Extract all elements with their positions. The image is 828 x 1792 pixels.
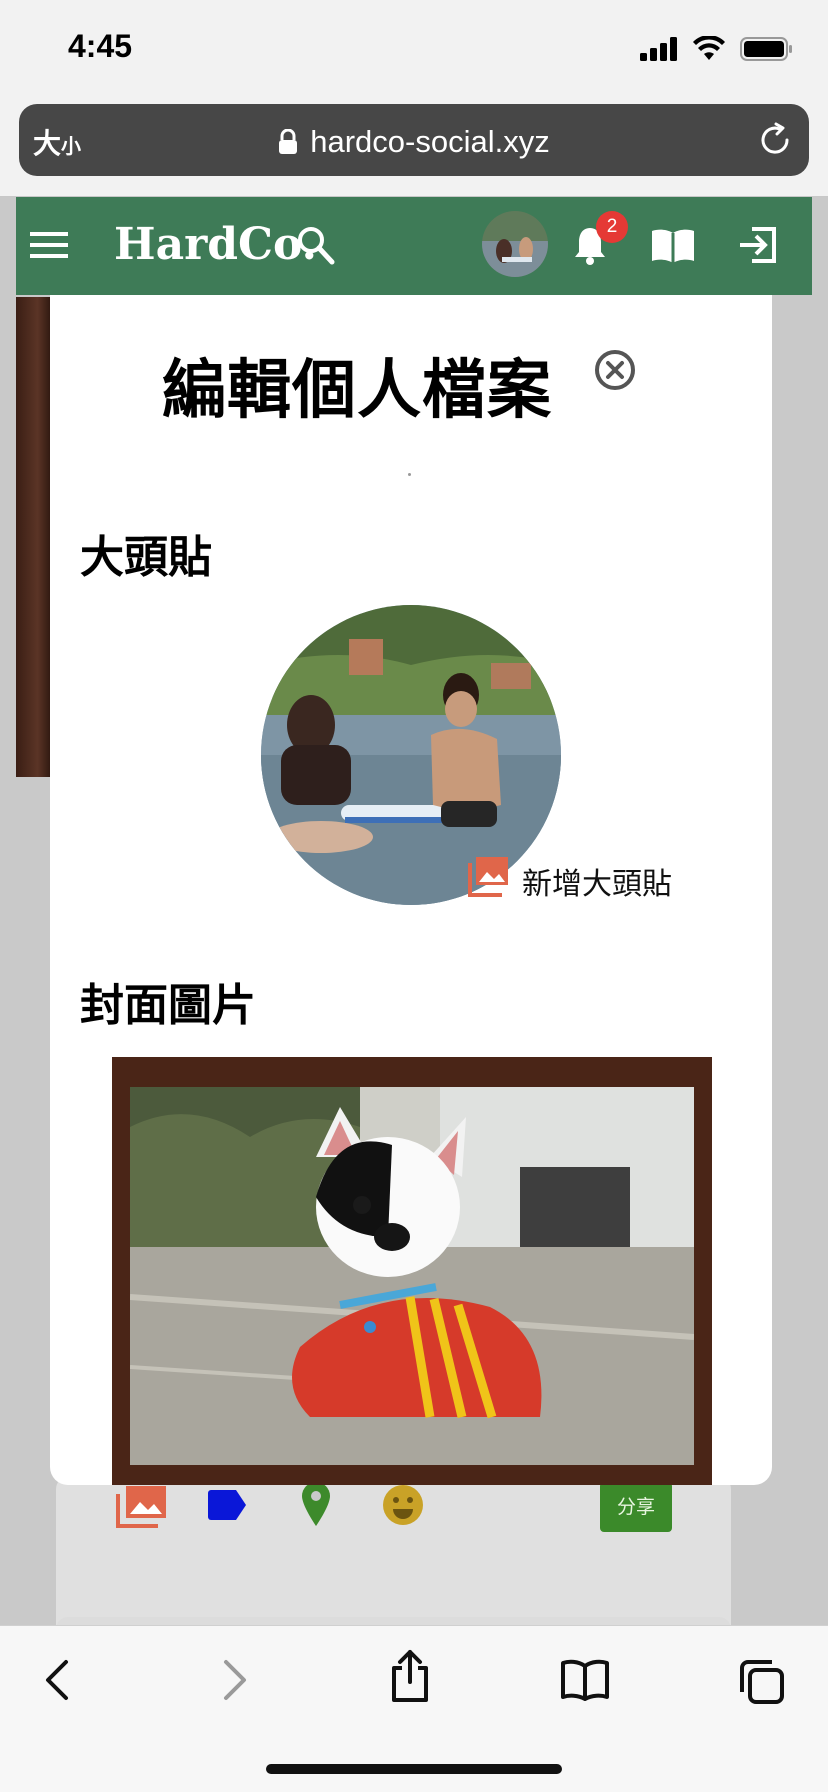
post-toolbar: 分享 — [56, 1482, 731, 1554]
photo-library-icon[interactable] — [116, 1486, 166, 1528]
search-icon[interactable] — [296, 225, 336, 267]
home-indicator — [266, 1764, 562, 1774]
modal-title: 編輯個人檔案 — [162, 354, 552, 428]
cover-photo — [130, 1087, 694, 1465]
notification-badge: 2 — [596, 211, 628, 243]
nav-avatar[interactable] — [482, 211, 548, 277]
share-icon[interactable] — [388, 1648, 432, 1704]
hamburger-menu-icon[interactable] — [30, 230, 70, 260]
background-photo — [16, 297, 52, 777]
add-avatar-label: 新增大頭貼 — [522, 867, 672, 902]
address-bar[interactable]: 大小 hardco-social.xyz — [19, 104, 809, 176]
add-avatar-button[interactable]: 新增大頭貼 — [468, 851, 672, 903]
url-text: hardco-social.xyz — [310, 124, 550, 159]
tabs-icon[interactable] — [738, 1658, 786, 1706]
bookmarks-icon[interactable] — [560, 1658, 610, 1702]
status-bar: 4:45 — [0, 0, 828, 98]
emoji-icon[interactable] — [382, 1484, 424, 1526]
lock-icon — [279, 129, 298, 154]
back-icon[interactable] — [42, 1658, 72, 1702]
status-icons — [640, 34, 794, 64]
photo-library-icon — [468, 857, 508, 897]
url-field[interactable]: hardco-social.xyz — [19, 124, 809, 160]
app-navbar: HardCo. 2 — [16, 197, 812, 295]
brand-logo[interactable]: HardCo. — [114, 219, 317, 270]
avatar-section-title: 大頭貼 — [80, 532, 212, 583]
forward-icon[interactable] — [220, 1658, 250, 1702]
close-icon[interactable] — [594, 349, 636, 391]
book-icon[interactable] — [650, 227, 696, 265]
share-button[interactable]: 分享 — [600, 1482, 672, 1532]
divider-dot — [408, 473, 411, 476]
cover-section-title: 封面圖片 — [80, 980, 256, 1031]
label-tag-icon[interactable] — [208, 1490, 248, 1520]
status-time: 4:45 — [68, 28, 133, 64]
background-post-card-2 — [56, 1617, 731, 1625]
cover-image-preview — [112, 1057, 712, 1485]
reload-icon[interactable] — [757, 122, 793, 158]
location-pin-icon[interactable] — [300, 1482, 332, 1526]
cellular-signal-icon — [640, 37, 677, 61]
battery-icon — [740, 37, 792, 61]
wifi-icon — [693, 36, 725, 60]
logout-icon[interactable] — [738, 225, 778, 265]
edit-profile-modal: 編輯個人檔案 大頭貼 新增大頭貼 封面圖片 — [50, 295, 772, 1485]
